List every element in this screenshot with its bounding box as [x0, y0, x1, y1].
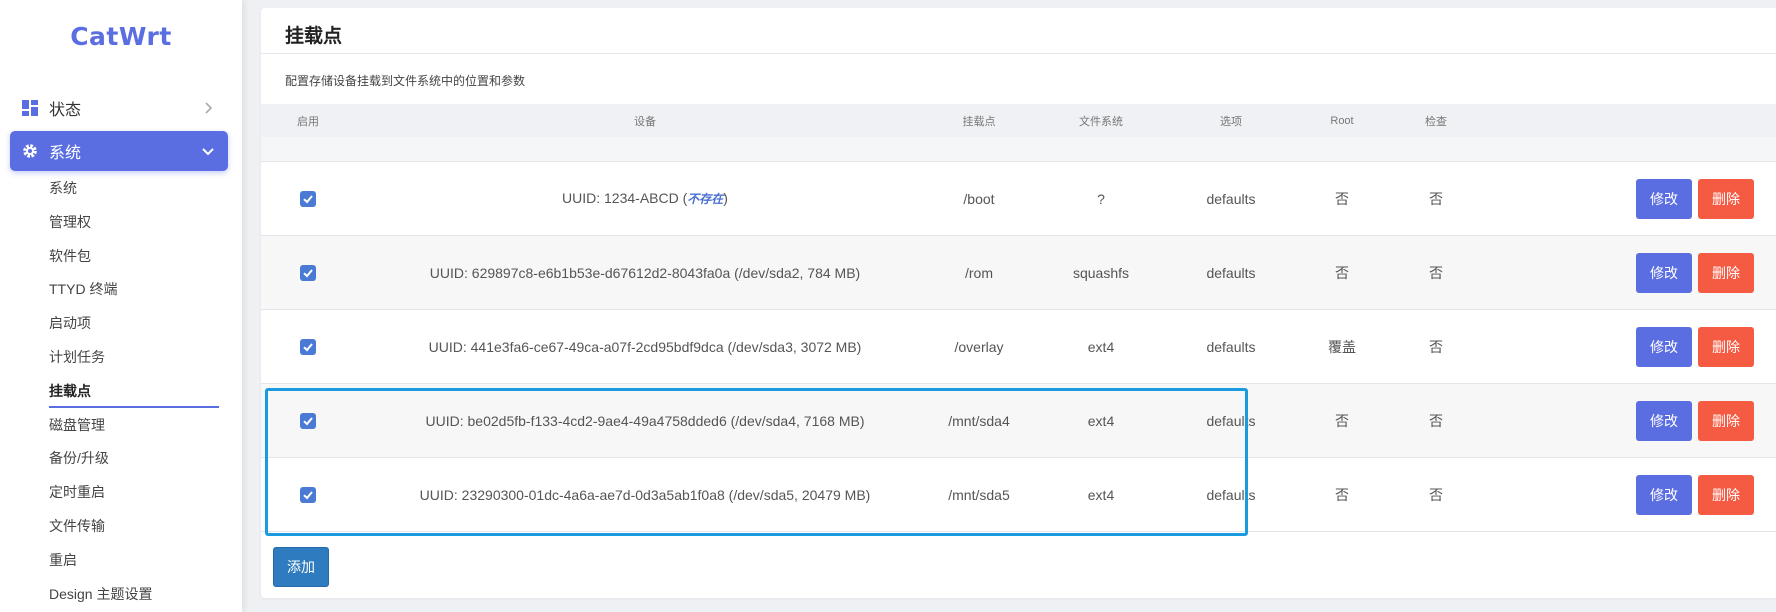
edit-button[interactable]: 修改 [1636, 400, 1692, 441]
header-enabled: 启用 [297, 115, 319, 128]
main-panel: 挂载点 配置存储设备挂载到文件系统中的位置和参数 启用 设备 挂载点 文件系统 … [261, 8, 1776, 598]
chevron-down-icon [200, 143, 216, 164]
delete-button[interactable]: 删除 [1698, 326, 1754, 367]
enabled-checkbox[interactable] [300, 339, 316, 356]
device-cell: UUID: 23290300-01dc-4a6a-ae7d-0d3a5ab1f0… [419, 486, 871, 503]
edit-button[interactable]: 修改 [1636, 326, 1692, 367]
filesystem-cell: ext4 [1087, 412, 1115, 429]
actions-cell: 修改 删除 [1471, 252, 1776, 293]
root-cell: 否 [1335, 412, 1349, 429]
sidebar-subitem-file-transfer[interactable]: 文件传输 [49, 510, 219, 544]
mountpoint-cell: /boot [963, 190, 995, 207]
header-options: 选项 [1220, 115, 1242, 128]
table-row: UUID: 23290300-01dc-4a6a-ae7d-0d3a5ab1f0… [261, 458, 1776, 532]
sidebar-subitem-autoreboot[interactable]: 定时重启 [49, 476, 219, 510]
device-cell: UUID: 1234-ABCD (不存在) [355, 190, 935, 207]
edit-button[interactable]: 修改 [1636, 474, 1692, 515]
header-check: 检查 [1425, 115, 1447, 128]
chevron-right-icon [200, 100, 216, 121]
sidebar-subitem-disk-manager[interactable]: 磁盘管理 [49, 409, 219, 443]
sidebar-item-system-label: 系统 [49, 145, 82, 162]
sidebar-item-status-label: 状态 [49, 102, 82, 119]
enabled-checkbox[interactable] [300, 191, 316, 208]
sidebar-subitem-startup[interactable]: 启动项 [49, 307, 219, 341]
system-submenu: 系统 管理权 软件包 TTYD 终端 启动项 计划任务 挂载点 磁盘管理 备份/… [49, 172, 219, 611]
actions-cell: 修改 删除 [1471, 326, 1776, 367]
logo[interactable]: CatWrt [0, 22, 242, 51]
options-cell: defaults [1206, 338, 1256, 355]
header-root: Root [1330, 114, 1354, 127]
table-placeholder-row [261, 137, 1776, 162]
options-cell: defaults [1206, 190, 1256, 207]
root-cell: 否 [1335, 264, 1349, 281]
delete-button[interactable]: 删除 [1698, 178, 1754, 219]
mountpoints-table: 启用 设备 挂载点 文件系统 选项 Root 检查 UUID: 1234-ABC… [261, 104, 1776, 532]
enabled-checkbox[interactable] [300, 487, 316, 504]
options-cell: defaults [1206, 264, 1256, 281]
title-divider [261, 53, 1776, 54]
enabled-checkbox[interactable] [300, 265, 316, 282]
root-cell: 否 [1335, 190, 1349, 207]
edit-button[interactable]: 修改 [1636, 252, 1692, 293]
options-cell: defaults [1206, 412, 1256, 429]
device-cell: UUID: 441e3fa6-ce67-49ca-a07f-2cd95bdf9d… [428, 338, 862, 355]
table-header: 启用 设备 挂载点 文件系统 选项 Root 检查 [261, 104, 1776, 137]
table-row: UUID: 1234-ABCD (不存在) /boot ? defaults 否… [261, 162, 1776, 236]
table-row: UUID: 441e3fa6-ce67-49ca-a07f-2cd95bdf9d… [261, 310, 1776, 384]
actions-cell: 修改 删除 [1471, 474, 1776, 515]
actions-cell: 修改 删除 [1471, 178, 1776, 219]
dashboard-icon [21, 99, 39, 117]
edit-button[interactable]: 修改 [1636, 178, 1692, 219]
sidebar-item-status[interactable]: 状态 [10, 88, 228, 128]
header-filesystem: 文件系统 [1079, 115, 1123, 128]
options-cell: defaults [1206, 486, 1256, 503]
device-cell: UUID: be02d5fb-f133-4cd2-9ae4-49a4758dde… [425, 412, 865, 429]
filesystem-cell: ext4 [1087, 486, 1115, 503]
sidebar-subitem-reboot[interactable]: 重启 [49, 544, 219, 578]
sidebar-subitem-crontab[interactable]: 计划任务 [49, 341, 219, 375]
filesystem-cell: squashfs [1072, 264, 1130, 281]
sidebar: CatWrt 状态 系统 系统 管理权 软件包 TTYD 终端 启动项 计划任务… [0, 0, 242, 612]
device-suffix: ) [723, 190, 728, 206]
check-cell: 否 [1429, 190, 1443, 207]
page-title: 挂载点 [285, 26, 343, 47]
delete-button[interactable]: 删除 [1698, 400, 1754, 441]
delete-button[interactable]: 删除 [1698, 252, 1754, 293]
sidebar-subitem-mountpoints[interactable]: 挂载点 [49, 375, 219, 409]
table-row: UUID: 629897c8-e6b1b53e-d67612d2-8043fa0… [261, 236, 1776, 310]
sidebar-subitem-packages[interactable]: 软件包 [49, 240, 219, 274]
check-cell: 否 [1429, 486, 1443, 503]
header-device: 设备 [634, 115, 656, 128]
mountpoint-cell: /mnt/sda5 [948, 486, 1010, 503]
actions-cell: 修改 删除 [1471, 400, 1776, 441]
sidebar-item-system[interactable]: 系统 [10, 131, 228, 171]
check-cell: 否 [1429, 338, 1443, 355]
mountpoint-cell: /mnt/sda4 [948, 412, 1010, 429]
enabled-checkbox[interactable] [300, 413, 316, 430]
device-missing-note: 不存在 [687, 192, 724, 206]
root-cell: 否 [1335, 486, 1349, 503]
sidebar-subitem-ttyd[interactable]: TTYD 终端 [49, 273, 219, 307]
page-description: 配置存储设备挂载到文件系统中的位置和参数 [285, 74, 526, 88]
mountpoint-cell: /overlay [954, 338, 1004, 355]
mountpoint-cell: /rom [965, 264, 993, 281]
check-cell: 否 [1429, 264, 1443, 281]
table-row: UUID: be02d5fb-f133-4cd2-9ae4-49a4758dde… [261, 384, 1776, 458]
filesystem-cell: ext4 [1087, 338, 1115, 355]
sidebar-subitem-design-theme[interactable]: Design 主题设置 [49, 578, 219, 612]
add-button[interactable]: 添加 [273, 547, 329, 587]
gear-icon [21, 142, 39, 160]
root-cell: 覆盖 [1328, 338, 1356, 355]
delete-button[interactable]: 删除 [1698, 474, 1754, 515]
check-cell: 否 [1429, 412, 1443, 429]
filesystem-cell: ? [1097, 190, 1105, 207]
header-mountpoint: 挂载点 [962, 115, 996, 128]
device-cell: UUID: 629897c8-e6b1b53e-d67612d2-8043fa0… [429, 264, 861, 281]
sidebar-subitem-admin[interactable]: 管理权 [49, 206, 219, 240]
device-uuid: UUID: 1234-ABCD ( [562, 190, 688, 206]
sidebar-subitem-backup[interactable]: 备份/升级 [49, 442, 219, 476]
sidebar-subitem-system[interactable]: 系统 [49, 172, 219, 206]
